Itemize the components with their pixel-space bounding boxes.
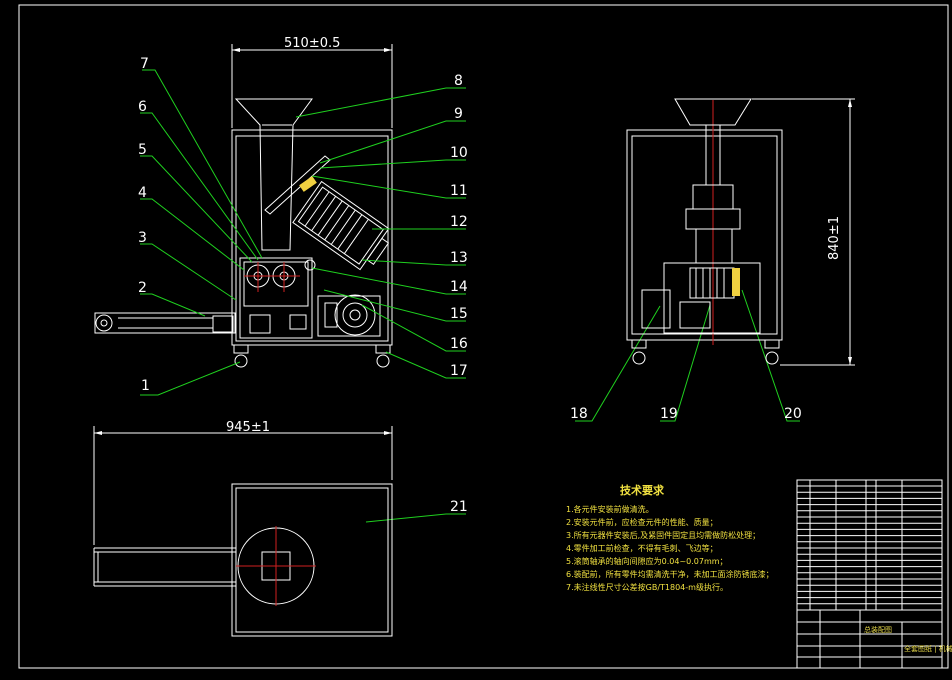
tech-req-item-6: 6.装配前，所有零件均需清洗干净，未加工面涂防锈底漆； xyxy=(566,569,774,579)
part-label-7: 7 xyxy=(140,56,149,72)
part-label-5: 5 xyxy=(138,142,147,158)
cad-assembly-drawing: 510±0.5 7 6 5 4 3 2 1 8 9 10 11 12 13 14… xyxy=(18,4,952,669)
part-label-18: 18 xyxy=(570,406,588,422)
part-label-15: 15 xyxy=(450,306,468,322)
part-label-14: 14 xyxy=(450,279,468,295)
part-label-19: 19 xyxy=(660,406,678,422)
title-block xyxy=(796,479,943,669)
part-label-4: 4 xyxy=(138,185,147,201)
front-view xyxy=(94,44,393,368)
drawing-name: 总装配图 xyxy=(864,625,892,634)
top-length-dimension: 945±1 xyxy=(226,420,270,435)
tech-req-item-7: 7.未注线性尺寸公差按GB/T1804-m级执行。 xyxy=(566,582,728,592)
part-label-1: 1 xyxy=(141,378,150,394)
tech-req-item-2: 2.安装元件前，应检查元件的性能、质量； xyxy=(566,517,718,527)
leader-lines xyxy=(140,69,800,523)
part-label-21: 21 xyxy=(450,499,468,515)
tech-req-item-3: 3.所有元器件安装后,及紧固件固定且均需做防松处理； xyxy=(566,530,760,540)
tech-req-item-5: 5.滚筒轴承的轴向间隙应为0.04~0.07mm； xyxy=(566,556,728,566)
part-label-2: 2 xyxy=(138,280,147,296)
tech-req-item-4: 4.零件加工前检查，不得有毛刺、飞边等； xyxy=(566,543,718,553)
front-width-dimension: 510±0.5 xyxy=(284,36,340,51)
part-label-11: 11 xyxy=(450,183,468,199)
part-label-8: 8 xyxy=(454,73,463,89)
part-label-9: 9 xyxy=(454,106,463,122)
side-height-dimension: 840±1 xyxy=(827,216,842,260)
technical-requirements: 技术要求 1.各元件安装前做清洗。 2.安装元件前，应检查元件的性能、质量； 3… xyxy=(566,483,774,592)
side-view xyxy=(626,98,855,366)
part-label-13: 13 xyxy=(450,250,468,266)
drawing-border xyxy=(18,4,949,669)
tech-req-item-1: 1.各元件安装前做清洗。 xyxy=(566,504,654,514)
part-label-16: 16 xyxy=(450,336,468,352)
top-view xyxy=(93,426,393,637)
part-label-10: 10 xyxy=(450,145,468,161)
tech-req-title: 技术要求 xyxy=(620,483,665,497)
part-label-17: 17 xyxy=(450,363,468,379)
part-label-3: 3 xyxy=(138,230,147,246)
part-label-6: 6 xyxy=(138,99,147,115)
part-label-12: 12 xyxy=(450,214,468,230)
drawing-subtitle: 全套图纸 | 机械设计 xyxy=(904,644,952,653)
part-label-20: 20 xyxy=(784,406,802,422)
